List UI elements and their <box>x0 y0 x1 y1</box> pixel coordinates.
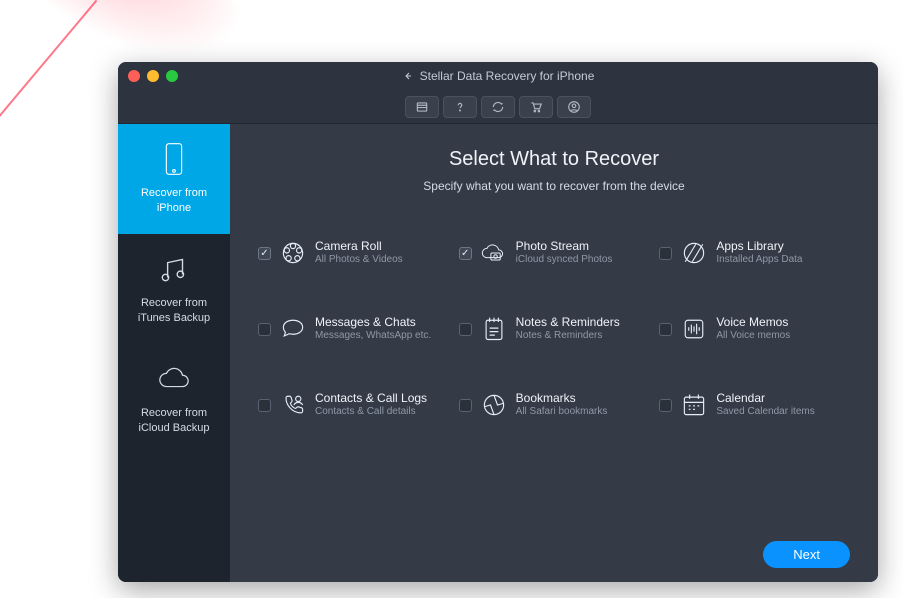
option-camera-roll[interactable]: Camera RollAll Photos & Videos <box>258 239 449 267</box>
contacts-icon <box>279 391 307 419</box>
option-notes[interactable]: Notes & RemindersNotes & Reminders <box>459 315 650 343</box>
minimize-button[interactable] <box>147 70 159 82</box>
titlebar: Stellar Data Recovery for iPhone <box>118 62 878 90</box>
checkbox[interactable] <box>258 247 271 260</box>
toolbar-list-button[interactable] <box>405 96 439 118</box>
option-subtitle: Notes & Reminders <box>516 330 620 343</box>
bookmarks-icon <box>480 391 508 419</box>
toolbar-refresh-button[interactable] <box>481 96 515 118</box>
checkbox[interactable] <box>459 323 472 336</box>
option-subtitle: Saved Calendar items <box>716 406 814 419</box>
traffic-lights <box>128 70 178 82</box>
checkbox[interactable] <box>659 247 672 260</box>
itunes-icon <box>157 252 191 286</box>
window-title: Stellar Data Recovery for iPhone <box>118 69 878 83</box>
toolbar-account-button[interactable] <box>557 96 591 118</box>
checkbox[interactable] <box>659 323 672 336</box>
option-title: Voice Memos <box>716 315 790 330</box>
cloud-icon <box>157 362 191 396</box>
checkbox[interactable] <box>459 247 472 260</box>
page-subtitle: Specify what you want to recover from th… <box>258 179 850 193</box>
checkbox[interactable] <box>659 399 672 412</box>
next-button[interactable]: Next <box>763 541 850 568</box>
toolbar-help-button[interactable] <box>443 96 477 118</box>
checkbox[interactable] <box>258 399 271 412</box>
option-title: Camera Roll <box>315 239 403 254</box>
option-title: Calendar <box>716 391 814 406</box>
option-voice-memos[interactable]: Voice MemosAll Voice memos <box>659 315 850 343</box>
iphone-icon <box>157 142 191 176</box>
option-subtitle: All Voice memos <box>716 330 790 343</box>
option-apps-library[interactable]: Apps LibraryInstalled Apps Data <box>659 239 850 267</box>
messages-icon <box>279 315 307 343</box>
option-photo-stream[interactable]: Photo StreamiCloud synced Photos <box>459 239 650 267</box>
app-window: Stellar Data Recovery for iPhone Recover… <box>118 62 878 582</box>
checkbox[interactable] <box>459 399 472 412</box>
option-messages[interactable]: Messages & ChatsMessages, WhatsApp etc. <box>258 315 449 343</box>
option-title: Bookmarks <box>516 391 608 406</box>
checkbox[interactable] <box>258 323 271 336</box>
options-grid: Camera RollAll Photos & Videos Photo Str… <box>258 239 850 419</box>
sidebar-item-iphone[interactable]: Recover fromiPhone <box>118 124 230 234</box>
voice-memos-icon <box>680 315 708 343</box>
option-subtitle: Installed Apps Data <box>716 254 802 267</box>
toolbar <box>118 90 878 124</box>
window-title-text: Stellar Data Recovery for iPhone <box>420 69 595 83</box>
calendar-icon <box>680 391 708 419</box>
camera-roll-icon <box>279 239 307 267</box>
option-title: Apps Library <box>716 239 802 254</box>
option-title: Photo Stream <box>516 239 613 254</box>
option-title: Contacts & Call Logs <box>315 391 427 406</box>
sidebar-item-itunes[interactable]: Recover fromiTunes Backup <box>118 234 230 344</box>
maximize-button[interactable] <box>166 70 178 82</box>
option-calendar[interactable]: CalendarSaved Calendar items <box>659 391 850 419</box>
option-subtitle: All Safari bookmarks <box>516 406 608 419</box>
notes-icon <box>480 315 508 343</box>
option-subtitle: Messages, WhatsApp etc. <box>315 330 431 343</box>
option-contacts[interactable]: Contacts & Call LogsContacts & Call deta… <box>258 391 449 419</box>
sidebar-item-label: Recover fromiCloud Backup <box>139 406 210 436</box>
sidebar-item-label: Recover fromiPhone <box>141 186 207 216</box>
option-title: Messages & Chats <box>315 315 431 330</box>
option-subtitle: iCloud synced Photos <box>516 254 613 267</box>
back-arrow-icon <box>402 70 414 82</box>
option-bookmarks[interactable]: BookmarksAll Safari bookmarks <box>459 391 650 419</box>
main-panel: Select What to Recover Specify what you … <box>230 124 878 582</box>
option-subtitle: Contacts & Call details <box>315 406 427 419</box>
page-title: Select What to Recover <box>258 148 850 171</box>
footer: Next <box>258 529 850 568</box>
apps-library-icon <box>680 239 708 267</box>
sidebar-item-icloud[interactable]: Recover fromiCloud Backup <box>118 344 230 454</box>
option-subtitle: All Photos & Videos <box>315 254 403 267</box>
sidebar-item-label: Recover fromiTunes Backup <box>138 296 210 326</box>
sidebar: Recover fromiPhone Recover fromiTunes Ba… <box>118 124 230 582</box>
photo-stream-icon <box>480 239 508 267</box>
option-title: Notes & Reminders <box>516 315 620 330</box>
toolbar-cart-button[interactable] <box>519 96 553 118</box>
close-button[interactable] <box>128 70 140 82</box>
